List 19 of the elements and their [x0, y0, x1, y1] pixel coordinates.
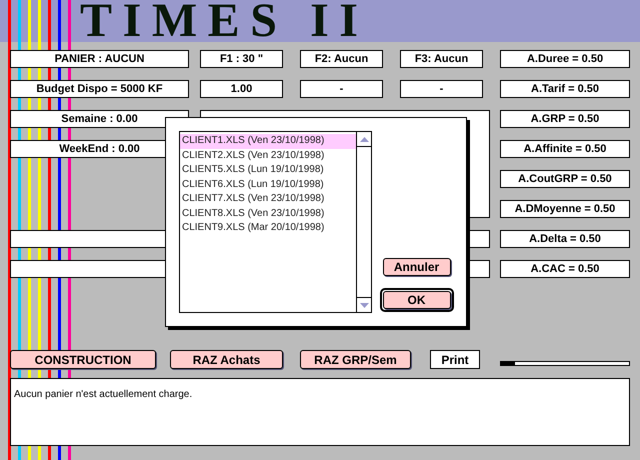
value-field: A.DMoyenne = 0.50	[500, 200, 630, 218]
value-field: A.Duree = 0.50	[500, 50, 630, 68]
value-field: A.CoutGRP = 0.50	[500, 170, 630, 188]
app-title: TIMES II	[80, 0, 369, 45]
value-field: 1.00	[200, 80, 283, 98]
value-field: F1 : 30 "	[200, 50, 283, 68]
value-field: A.Delta = 0.50	[500, 230, 630, 248]
value-field: A.Tarif = 0.50	[500, 80, 630, 98]
value-field: -	[300, 80, 383, 98]
message-text: Aucun panier n'est actuellement charge.	[14, 389, 192, 400]
value-field: F2: Aucun	[300, 50, 383, 68]
value-field: A.CAC = 0.50	[500, 260, 630, 278]
value-field: Budget Dispo = 5000 KF	[10, 80, 189, 98]
value-field: PANIER : AUCUN	[10, 50, 189, 68]
value-field: Semaine : 0.00	[10, 110, 189, 128]
value-field: A.GRP = 0.50	[500, 110, 630, 128]
value-field: F3: Aucun	[400, 50, 483, 68]
value-field: -	[400, 80, 483, 98]
value-field: A.Affinite = 0.50	[500, 140, 630, 158]
